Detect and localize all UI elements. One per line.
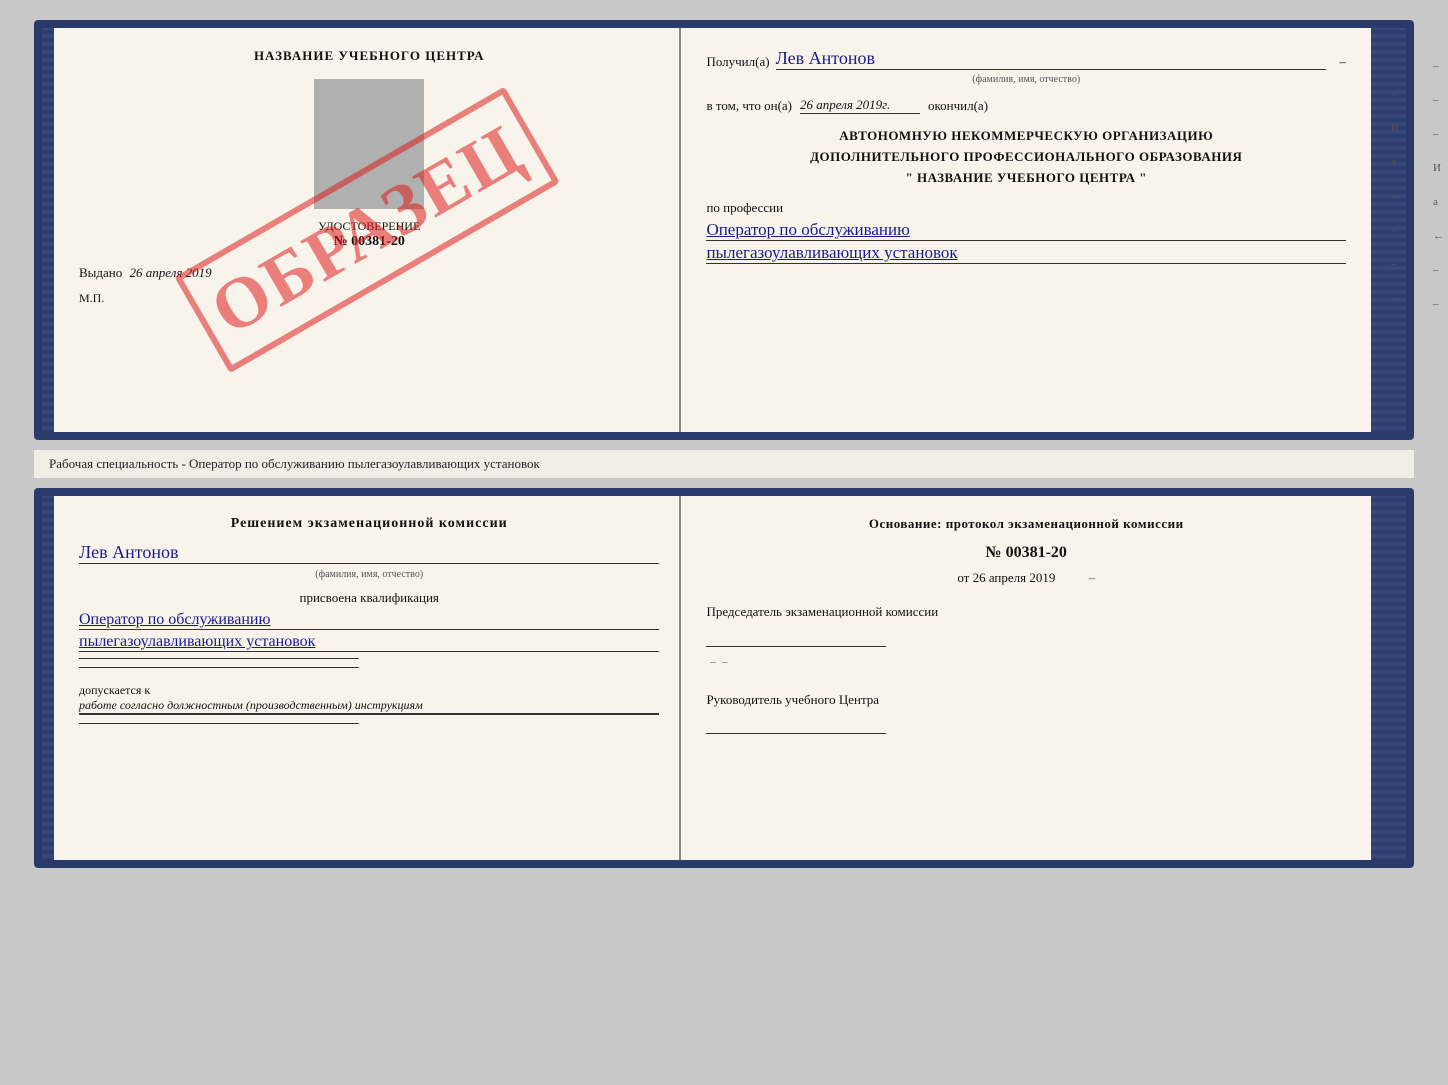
- protocol-date-prefix: от: [957, 570, 969, 585]
- admission-text: работе согласно должностным (производств…: [79, 698, 659, 714]
- profession-label: по профессии: [706, 200, 1346, 216]
- profession-line2: пылегазоулавливающих установок: [706, 243, 1346, 264]
- qualification-line1: Оператор по обслуживанию: [79, 611, 659, 630]
- protocol-date: от 26 апреля 2019 –: [706, 570, 1346, 586]
- bottom-spine-right: [1371, 496, 1406, 860]
- top-certificate-book: НАЗВАНИЕ УЧЕБНОГО ЦЕНТРА УДОСТОВЕРЕНИЕ №…: [34, 20, 1414, 440]
- recipient-name: Лев Антонов: [776, 48, 1326, 70]
- document-wrapper: НАЗВАНИЕ УЧЕБНОГО ЦЕНТРА УДОСТОВЕРЕНИЕ №…: [34, 20, 1414, 868]
- date-prefix: в том, что он(а): [706, 98, 792, 114]
- cert-type-label: УДОСТОВЕРЕНИЕ: [79, 219, 659, 234]
- center-head-block: Руководитель учебного Центра: [706, 690, 1346, 735]
- bottom-spine-left: [42, 496, 54, 860]
- center-head-label: Руководитель учебного Центра: [706, 690, 1346, 710]
- blank-line-3: [79, 723, 359, 724]
- chairman-label: Председатель экзаменационной комиссии: [706, 602, 1346, 622]
- side-marks: – И а ← – – –: [1391, 88, 1406, 304]
- chairman-sig-line: [706, 627, 886, 647]
- org-block: АВТОНОМНУЮ НЕКОММЕРЧЕСКУЮ ОРГАНИЗАЦИЮ ДО…: [706, 126, 1346, 188]
- admission-line: допускается к работе согласно должностны…: [79, 683, 659, 715]
- school-name-title: НАЗВАНИЕ УЧЕБНОГО ЦЕНТРА: [79, 48, 659, 64]
- org-line1: АВТОНОМНУЮ НЕКОММЕРЧЕСКУЮ ОРГАНИЗАЦИЮ: [706, 126, 1346, 147]
- cert-number: № 00381-20: [79, 234, 659, 250]
- issued-label: Выдано: [79, 265, 122, 280]
- blank-line-1: [79, 658, 359, 659]
- issued-date: 26 апреля 2019: [130, 265, 212, 280]
- cert-id-section: УДОСТОВЕРЕНИЕ № 00381-20: [79, 219, 659, 250]
- side-mark-6: –: [1391, 258, 1402, 270]
- bottom-name: Лев Антонов: [79, 542, 659, 564]
- date-line: в том, что он(а) 26 апреля 2019г. окончи…: [706, 97, 1346, 114]
- protocol-number: № 00381-20: [706, 544, 1346, 562]
- bottom-right-page: Основание: протокол экзаменационной коми…: [681, 496, 1371, 860]
- date-value: 26 апреля 2019г.: [800, 97, 920, 114]
- blank-line-2: [79, 667, 359, 668]
- completed-label: окончил(а): [928, 98, 988, 114]
- recipient-label: Получил(а): [706, 54, 769, 70]
- org-line3: " НАЗВАНИЕ УЧЕБНОГО ЦЕНТРА ": [706, 168, 1346, 189]
- photo-placeholder: [314, 79, 424, 209]
- qualification-line2: пылегазоулавливающих установок: [79, 633, 659, 652]
- divider-text: Рабочая специальность - Оператор по обсл…: [34, 450, 1414, 478]
- side-mark-5: –: [1391, 224, 1402, 236]
- admission-prefix: допускается к: [79, 683, 150, 697]
- center-head-sig-line: [706, 714, 886, 734]
- book-spine-left: [42, 28, 54, 432]
- profession-line1: Оператор по обслуживанию: [706, 220, 1346, 241]
- side-mark-2: И: [1391, 122, 1402, 134]
- qualification-label: присвоена квалификация: [79, 590, 659, 606]
- recipient-line: Получил(а) Лев Антонов –: [706, 48, 1346, 70]
- bottom-certificate-book: Решением экзаменационной комиссии Лев Ан…: [34, 488, 1414, 868]
- mp-label: М.П.: [79, 291, 659, 306]
- bottom-left-page: Решением экзаменационной комиссии Лев Ан…: [54, 496, 681, 860]
- protocol-date-value: 26 апреля 2019: [973, 570, 1056, 585]
- top-right-page: Получил(а) Лев Антонов – (фамилия, имя, …: [681, 28, 1371, 432]
- side-mark-7: –: [1391, 292, 1402, 304]
- fio-note-top: (фамилия, имя, отчество): [706, 74, 1346, 85]
- chairman-block: Председатель экзаменационной комиссии – …: [706, 602, 1346, 670]
- org-line2: ДОПОЛНИТЕЛЬНОГО ПРОФЕССИОНАЛЬНОГО ОБРАЗО…: [706, 147, 1346, 168]
- bottom-fio-note: (фамилия, имя, отчество): [79, 569, 659, 580]
- side-mark-3: а: [1391, 156, 1402, 168]
- basis-label: Основание: протокол экзаменационной коми…: [706, 516, 1346, 532]
- side-mark-1: –: [1391, 88, 1402, 100]
- side-mark-4: ←: [1391, 190, 1402, 202]
- issued-line: Выдано 26 апреля 2019: [79, 265, 659, 281]
- top-left-page: НАЗВАНИЕ УЧЕБНОГО ЦЕНТРА УДОСТОВЕРЕНИЕ №…: [54, 28, 681, 432]
- commission-title: Решением экзаменационной комиссии: [79, 516, 659, 532]
